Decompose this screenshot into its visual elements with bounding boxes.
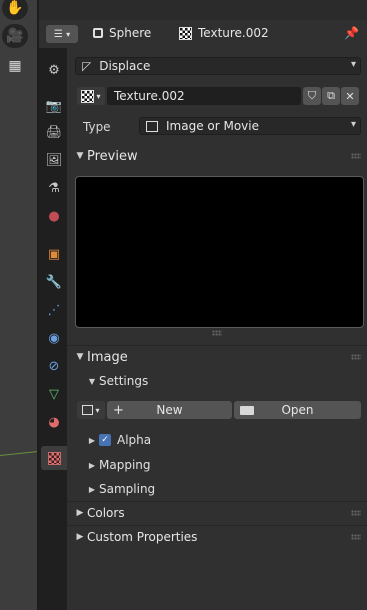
- texture-properties-panel: ◸ Displace ▾ ▾ Texture.002 ⛉ ⧉ ✕ Type Im…: [67, 48, 367, 610]
- sampling-subpanel-header[interactable]: ▶ Sampling: [85, 479, 155, 499]
- drag-grip-icon[interactable]: [351, 534, 361, 540]
- viewport-strip: ✋ 🎥 ▦: [0, 0, 37, 610]
- top-strip: [39, 0, 367, 20]
- grid-icon[interactable]: ▦: [2, 54, 28, 78]
- open-button-label: Open: [281, 403, 314, 417]
- chevron-down-icon: ▾: [66, 29, 71, 39]
- modifier-user-icon: ◸: [82, 59, 92, 73]
- texture-name: Texture.002: [198, 26, 269, 40]
- view-layer-icon[interactable]: 🖼: [41, 148, 67, 172]
- mapping-subpanel-header[interactable]: ▶ Mapping: [85, 455, 151, 475]
- sampling-title: Sampling: [99, 482, 156, 496]
- disclosure-down-icon: ▼: [88, 376, 96, 386]
- settings-subpanel-header[interactable]: ▼ Settings: [85, 371, 148, 391]
- alpha-subpanel-header[interactable]: ▶ ✓ Alpha: [85, 430, 151, 450]
- texture-type-dropdown[interactable]: Image or Movie ▾: [139, 117, 361, 135]
- material-icon[interactable]: ◕: [41, 410, 67, 434]
- image-icon: [146, 120, 158, 132]
- disclosure-down-icon: ▼: [76, 151, 84, 161]
- texture-browse-icon: [81, 89, 95, 103]
- browse-texture-button[interactable]: ▾: [77, 87, 105, 105]
- properties-editor-icon: ☰: [53, 28, 63, 40]
- texture-user-dropdown[interactable]: ◸ Displace ▾: [75, 57, 361, 75]
- grid-line: [0, 451, 37, 456]
- new-image-button[interactable]: + New: [107, 401, 232, 419]
- texture-name-value: Texture.002: [114, 89, 185, 103]
- properties-header: ☰ ▾ Sphere Texture.002 📌: [39, 20, 367, 49]
- texture-preview: [75, 176, 364, 328]
- open-image-button[interactable]: Open: [234, 401, 361, 419]
- camera-icon[interactable]: 🎥: [2, 24, 28, 48]
- disclosure-right-icon: ▶: [88, 460, 96, 470]
- new-button-label: New: [156, 403, 183, 417]
- settings-title: Settings: [99, 374, 149, 388]
- data-icon[interactable]: ▽: [41, 382, 67, 406]
- editor-type-button[interactable]: ☰ ▾: [46, 25, 78, 43]
- breadcrumb-texture: Texture.002: [179, 26, 269, 40]
- disclosure-right-icon: ▶: [88, 484, 96, 494]
- duplicate-icon[interactable]: ⧉: [322, 87, 340, 105]
- modifier-icon[interactable]: 🔧: [41, 270, 67, 294]
- mapping-title: Mapping: [99, 458, 151, 472]
- unlink-close-icon[interactable]: ✕: [341, 87, 359, 105]
- image-browse-icon: [82, 405, 94, 415]
- chevron-down-icon: ▾: [350, 119, 356, 130]
- output-icon[interactable]: 🖨: [41, 120, 67, 144]
- type-label: Type: [83, 120, 111, 134]
- physics-icon[interactable]: ◉: [41, 326, 67, 350]
- scene-icon[interactable]: ⚗: [41, 176, 67, 200]
- world-icon[interactable]: ●: [41, 204, 67, 228]
- texture-user-label: Displace: [99, 59, 151, 73]
- custom-properties-panel-header[interactable]: ▶ Custom Properties: [67, 525, 367, 548]
- properties-tabs: ⚙ 📷 🖨 🖼 ⚗ ● ▣ 🔧 ⋰ ◉ ⊘ ▽ ◕: [39, 48, 67, 610]
- drag-grip-icon[interactable]: [351, 153, 361, 159]
- image-title: Image: [87, 349, 128, 365]
- texture-tab-icon[interactable]: [41, 446, 67, 470]
- disclosure-down-icon: ▼: [76, 352, 84, 362]
- render-icon[interactable]: 📷: [41, 94, 67, 118]
- disclosure-right-icon: ▶: [88, 435, 96, 445]
- breadcrumb-object: Sphere: [93, 26, 151, 40]
- chevron-down-icon: ▾: [350, 59, 356, 70]
- colors-title: Colors: [87, 506, 125, 520]
- object-icon: [93, 28, 103, 38]
- drag-grip-icon[interactable]: [351, 354, 361, 360]
- object-name: Sphere: [109, 26, 152, 40]
- alpha-checkbox[interactable]: ✓: [99, 434, 111, 446]
- tool-icon[interactable]: ⚙: [41, 58, 67, 82]
- colors-panel-header[interactable]: ▶ Colors: [67, 501, 367, 524]
- alpha-title: Alpha: [117, 433, 152, 447]
- hand-icon[interactable]: ✋: [2, 0, 28, 20]
- custom-properties-title: Custom Properties: [87, 530, 198, 544]
- browse-image-button[interactable]: ▾: [77, 401, 105, 419]
- folder-icon: [240, 405, 254, 415]
- particles-icon[interactable]: ⋰: [41, 298, 67, 322]
- image-panel-header[interactable]: ▼ Image: [67, 345, 367, 368]
- plus-icon: +: [113, 402, 124, 418]
- preview-panel-header[interactable]: ▼ Preview: [67, 145, 367, 167]
- preview-resize-grip[interactable]: [212, 330, 222, 336]
- preview-title: Preview: [87, 148, 138, 164]
- chevron-down-icon: ▾: [96, 91, 101, 101]
- object-icon[interactable]: ▣: [41, 242, 67, 266]
- texture-name-field[interactable]: Texture.002: [107, 87, 301, 105]
- fake-user-shield-icon[interactable]: ⛉: [303, 87, 321, 105]
- drag-grip-icon[interactable]: [351, 510, 361, 516]
- texture-type-value: Image or Movie: [166, 119, 259, 133]
- texture-icon: [179, 26, 192, 40]
- constraints-icon[interactable]: ⊘: [41, 354, 67, 378]
- chevron-down-icon: ▾: [95, 405, 100, 415]
- pin-icon[interactable]: 📌: [344, 26, 359, 40]
- disclosure-right-icon: ▶: [76, 532, 84, 542]
- disclosure-right-icon: ▶: [76, 508, 84, 518]
